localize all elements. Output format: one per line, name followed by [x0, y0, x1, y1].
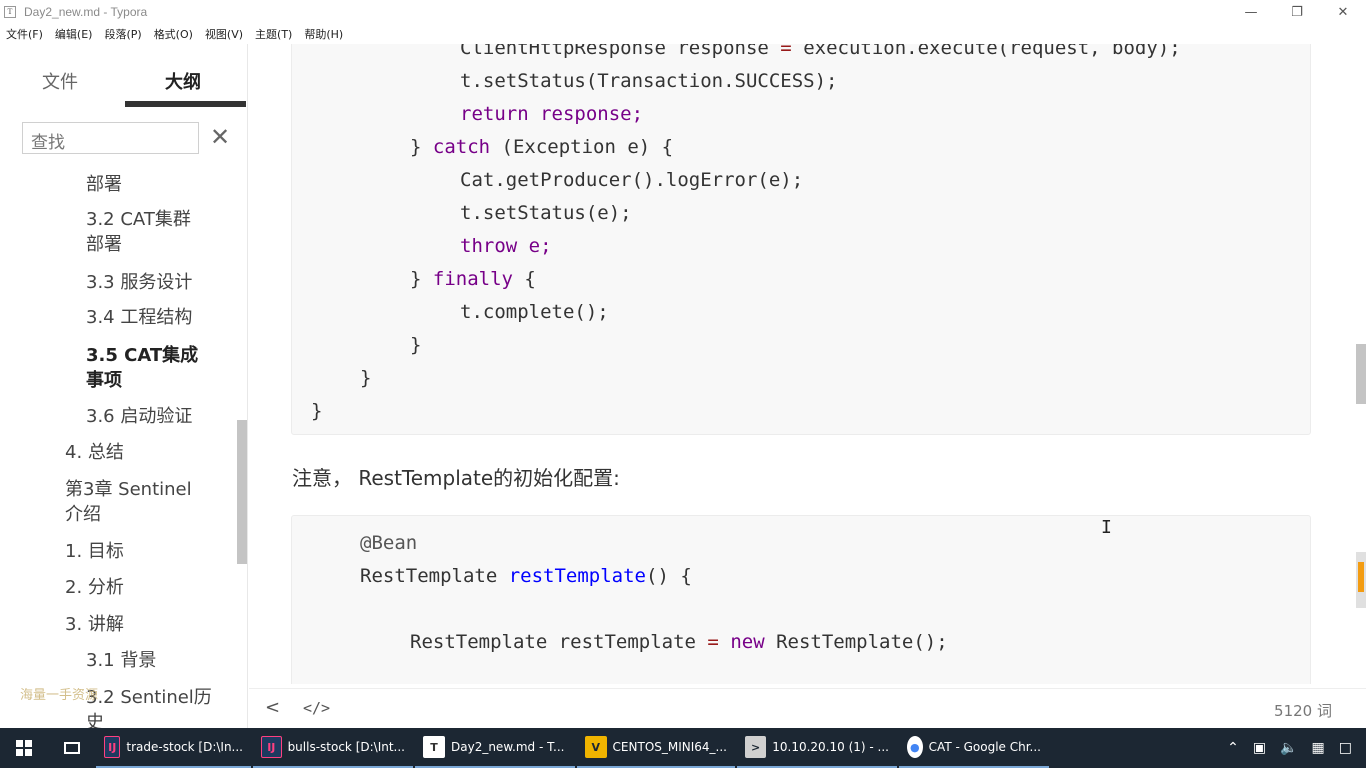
taskbar: IJ trade-stock [D:\In... IJ bulls-stock …	[0, 728, 1366, 768]
menu-paragraph[interactable]: 段落(P)	[104, 26, 141, 42]
volume-icon[interactable]: 🔈	[1280, 740, 1297, 756]
editor-scrollbar[interactable]	[1356, 344, 1366, 404]
typora-icon: T	[423, 736, 445, 758]
menu-format[interactable]: 格式(O)	[154, 26, 193, 42]
outline-item[interactable]: 部署	[86, 172, 122, 197]
task-view-button[interactable]	[48, 728, 96, 768]
vm-icon: V	[585, 736, 607, 758]
tab-files[interactable]: 文件	[42, 68, 78, 94]
windows-logo-icon	[16, 740, 32, 756]
outline-item[interactable]: 3.1 背景	[86, 648, 156, 673]
intellij-icon: IJ	[261, 736, 282, 758]
outline-item[interactable]: 3.6 启动验证	[86, 404, 192, 429]
code-block[interactable]: ClientHttpResponse response = execution.…	[291, 44, 1311, 435]
window-controls: — ❐ ✕	[1228, 0, 1366, 24]
taskbar-item[interactable]: V CENTOS_MINI64_...	[577, 728, 735, 768]
code-line: @Bean	[360, 532, 418, 554]
system-tray: ⌃ ▣ 🔈 ▦ □	[1220, 728, 1366, 768]
code-line: }	[410, 334, 422, 356]
close-icon[interactable]: ✕	[1320, 0, 1366, 24]
outline-item[interactable]: 3. 讲解	[65, 612, 124, 637]
active-tab-indicator	[125, 101, 246, 107]
code-line: t.complete();	[460, 301, 609, 323]
sidebar-tabs: 文件 大纲	[0, 44, 247, 108]
minimize-icon[interactable]: —	[1228, 0, 1274, 24]
code-line: t.setStatus(e);	[460, 202, 632, 224]
outline-item[interactable]: 第3章 Sentinel 介绍	[65, 477, 192, 527]
menu-edit[interactable]: 编辑(E)	[55, 26, 93, 42]
menu-theme[interactable]: 主题(T)	[255, 26, 292, 42]
typora-app-icon: T	[4, 6, 16, 18]
taskbar-item[interactable]: IJ bulls-stock [D:\Int...	[253, 728, 413, 768]
taskbar-item[interactable]: IJ trade-stock [D:\In...	[96, 728, 251, 768]
source-code-toggle-icon[interactable]: </>	[303, 699, 330, 717]
menu-file[interactable]: 文件(F)	[6, 26, 43, 42]
restore-icon[interactable]: ❐	[1274, 0, 1320, 24]
code-line: ClientHttpResponse response = execution.…	[460, 44, 1181, 59]
outline-item[interactable]: 3.2 Sentinel历史	[86, 685, 212, 728]
outline-item[interactable]: 4. 总结	[65, 440, 124, 465]
code-line: Cat.getProducer().logError(e);	[460, 169, 804, 191]
word-count[interactable]: 5120 词	[1274, 700, 1332, 721]
outline-item[interactable]: 3.3 服务设计	[86, 270, 192, 295]
terminal-icon: >	[745, 736, 767, 758]
sidebar-scrollbar[interactable]	[237, 420, 247, 564]
tab-outline[interactable]: 大纲	[165, 68, 201, 94]
back-icon[interactable]: <	[265, 697, 280, 718]
code-block[interactable]: @Bean RestTemplate restTemplate() { Rest…	[291, 515, 1311, 684]
code-line: t.setStatus(Transaction.SUCCESS);	[460, 70, 838, 92]
outline-item-active[interactable]: 3.5 CAT集成 事项	[86, 343, 198, 393]
scroll-marker	[1358, 562, 1364, 592]
search-input[interactable]: 查找	[22, 122, 199, 154]
code-line: return response;	[460, 103, 644, 125]
menu-help[interactable]: 帮助(H)	[304, 26, 343, 42]
code-line: }	[360, 367, 372, 389]
outline-item[interactable]: 3.4 工程结构	[86, 305, 192, 330]
notification-icon[interactable]: □	[1339, 740, 1352, 756]
ime-icon[interactable]: ▦	[1312, 740, 1325, 756]
menu-view[interactable]: 视图(V)	[205, 26, 243, 42]
outline-item[interactable]: 1. 目标	[65, 539, 124, 564]
text-cursor-icon: I	[1101, 517, 1112, 538]
editor[interactable]: ClientHttpResponse response = execution.…	[249, 44, 1356, 684]
close-icon[interactable]: ✕	[210, 122, 230, 152]
code-line: } catch (Exception e) {	[410, 136, 674, 158]
taskbar-item[interactable]: > 10.10.20.10 (1) - ...	[737, 728, 897, 768]
minimap-scrollbar[interactable]	[1356, 552, 1366, 608]
status-bar: < </> 5120 词	[249, 688, 1366, 728]
outline-item[interactable]: 2. 分析	[65, 575, 124, 600]
menu-bar: 文件(F) 编辑(E) 段落(P) 格式(O) 视图(V) 主题(T) 帮助(H…	[0, 24, 1366, 44]
chevron-up-icon[interactable]: ⌃	[1227, 740, 1239, 756]
task-view-icon	[64, 742, 80, 754]
intellij-icon: IJ	[104, 736, 121, 758]
chrome-icon: ●	[907, 736, 923, 758]
window-title: Day2_new.md - Typora	[24, 5, 148, 19]
taskbar-item[interactable]: T Day2_new.md - T...	[415, 728, 575, 768]
watermark-text: 海量一手资源	[20, 688, 99, 703]
sidebar: 文件 大纲 查找 ✕ 部署 3.2 CAT集群 部署 3.3 服务设计 3.4 工…	[0, 44, 248, 728]
title-bar: T Day2_new.md - Typora — ❐ ✕	[0, 0, 1366, 24]
taskbar-item[interactable]: ● CAT - Google Chr...	[899, 728, 1049, 768]
network-icon[interactable]: ▣	[1253, 740, 1266, 756]
code-line: RestTemplate restTemplate() {	[360, 565, 692, 587]
code-line: throw e;	[460, 235, 552, 257]
outline-item[interactable]: 3.2 CAT集群 部署	[86, 207, 191, 257]
code-line: }	[311, 400, 323, 422]
code-line: } finally {	[410, 268, 536, 290]
start-button[interactable]	[0, 728, 48, 768]
code-line: RestTemplate restTemplate = new RestTemp…	[410, 631, 948, 653]
paragraph-note[interactable]: 注意， RestTemplate的初始化配置:	[292, 462, 620, 491]
